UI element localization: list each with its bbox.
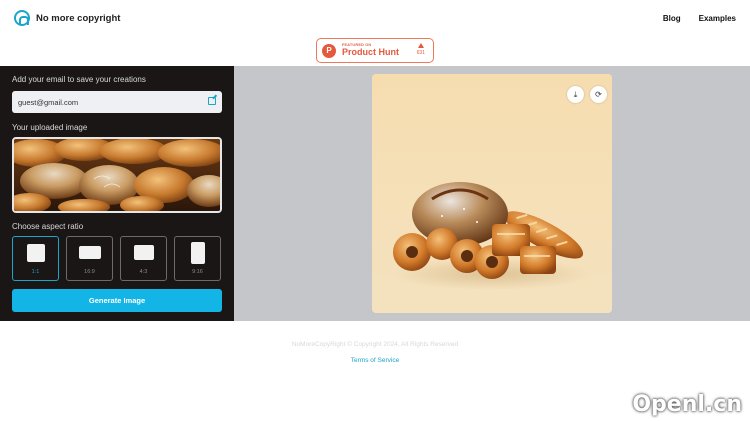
aspect-ratio-options: 1:1 16:9 4:3 9:16 [12, 236, 221, 281]
product-hunt-logo-icon: P [322, 43, 336, 58]
product-hunt-vote-count: 631 [416, 50, 425, 56]
landscape-rectangle-icon [134, 245, 154, 260]
generated-bread-image [372, 74, 612, 313]
arch-logo-icon [14, 10, 30, 26]
uploaded-image-label: Your uploaded image [12, 123, 88, 132]
generated-image: ⤓ ⟳ [372, 74, 612, 313]
terms-of-service-link[interactable]: Terms of Service [0, 357, 750, 364]
uploaded-image-thumbnail[interactable] [12, 137, 222, 213]
brand-link[interactable]: No more copyright [14, 10, 120, 26]
preview-panel: ⤓ ⟳ [234, 66, 750, 321]
uploaded-bread-image [14, 139, 220, 211]
product-hunt-votes: 631 [417, 43, 425, 56]
email-label: Add your email to save your creations [12, 75, 146, 84]
copyright-text: NoMoreCopyRight © Copyright 2024, All Ri… [291, 341, 459, 348]
generate-image-button[interactable]: Generate Image [12, 289, 222, 312]
watermark: Openl.cn [632, 392, 742, 417]
edit-icon[interactable] [208, 97, 216, 105]
square-shape-icon [27, 244, 45, 262]
top-nav: Blog Examples [663, 14, 736, 23]
aspect-ratio-16-9[interactable]: 16:9 [66, 236, 113, 281]
aspect-ratio-label-9-16: 9:16 [192, 269, 203, 275]
download-icon[interactable]: ⤓ [567, 86, 584, 103]
nav-blog-link[interactable]: Blog [663, 14, 681, 23]
portrait-rectangle-icon [191, 242, 205, 264]
header: No more copyright Blog Examples [0, 0, 750, 38]
wide-rectangle-icon [79, 246, 101, 259]
product-hunt-name: Product Hunt [342, 47, 399, 58]
aspect-ratio-label-16-9: 16:9 [84, 269, 95, 275]
product-hunt-badge[interactable]: P FEATURED ON Product Hunt 631 [316, 38, 434, 63]
email-field[interactable]: guest@gmail.com [12, 91, 222, 113]
page: No more copyright Blog Examples P FEATUR… [0, 0, 750, 421]
brand-name: No more copyright [36, 12, 121, 24]
aspect-ratio-label: Choose aspect ratio [12, 222, 84, 231]
nav-examples-link[interactable]: Examples [699, 14, 736, 23]
aspect-ratio-9-16[interactable]: 9:16 [174, 236, 221, 281]
aspect-ratio-label-4-3: 4:3 [139, 269, 148, 275]
upvote-triangle-icon [417, 43, 424, 48]
email-value: guest@gmail.com [18, 97, 79, 107]
aspect-ratio-label-1-1: 1:1 [31, 269, 40, 275]
refresh-icon[interactable]: ⟳ [590, 86, 607, 103]
aspect-ratio-4-3[interactable]: 4:3 [120, 236, 167, 281]
aspect-ratio-1-1[interactable]: 1:1 [12, 236, 59, 281]
